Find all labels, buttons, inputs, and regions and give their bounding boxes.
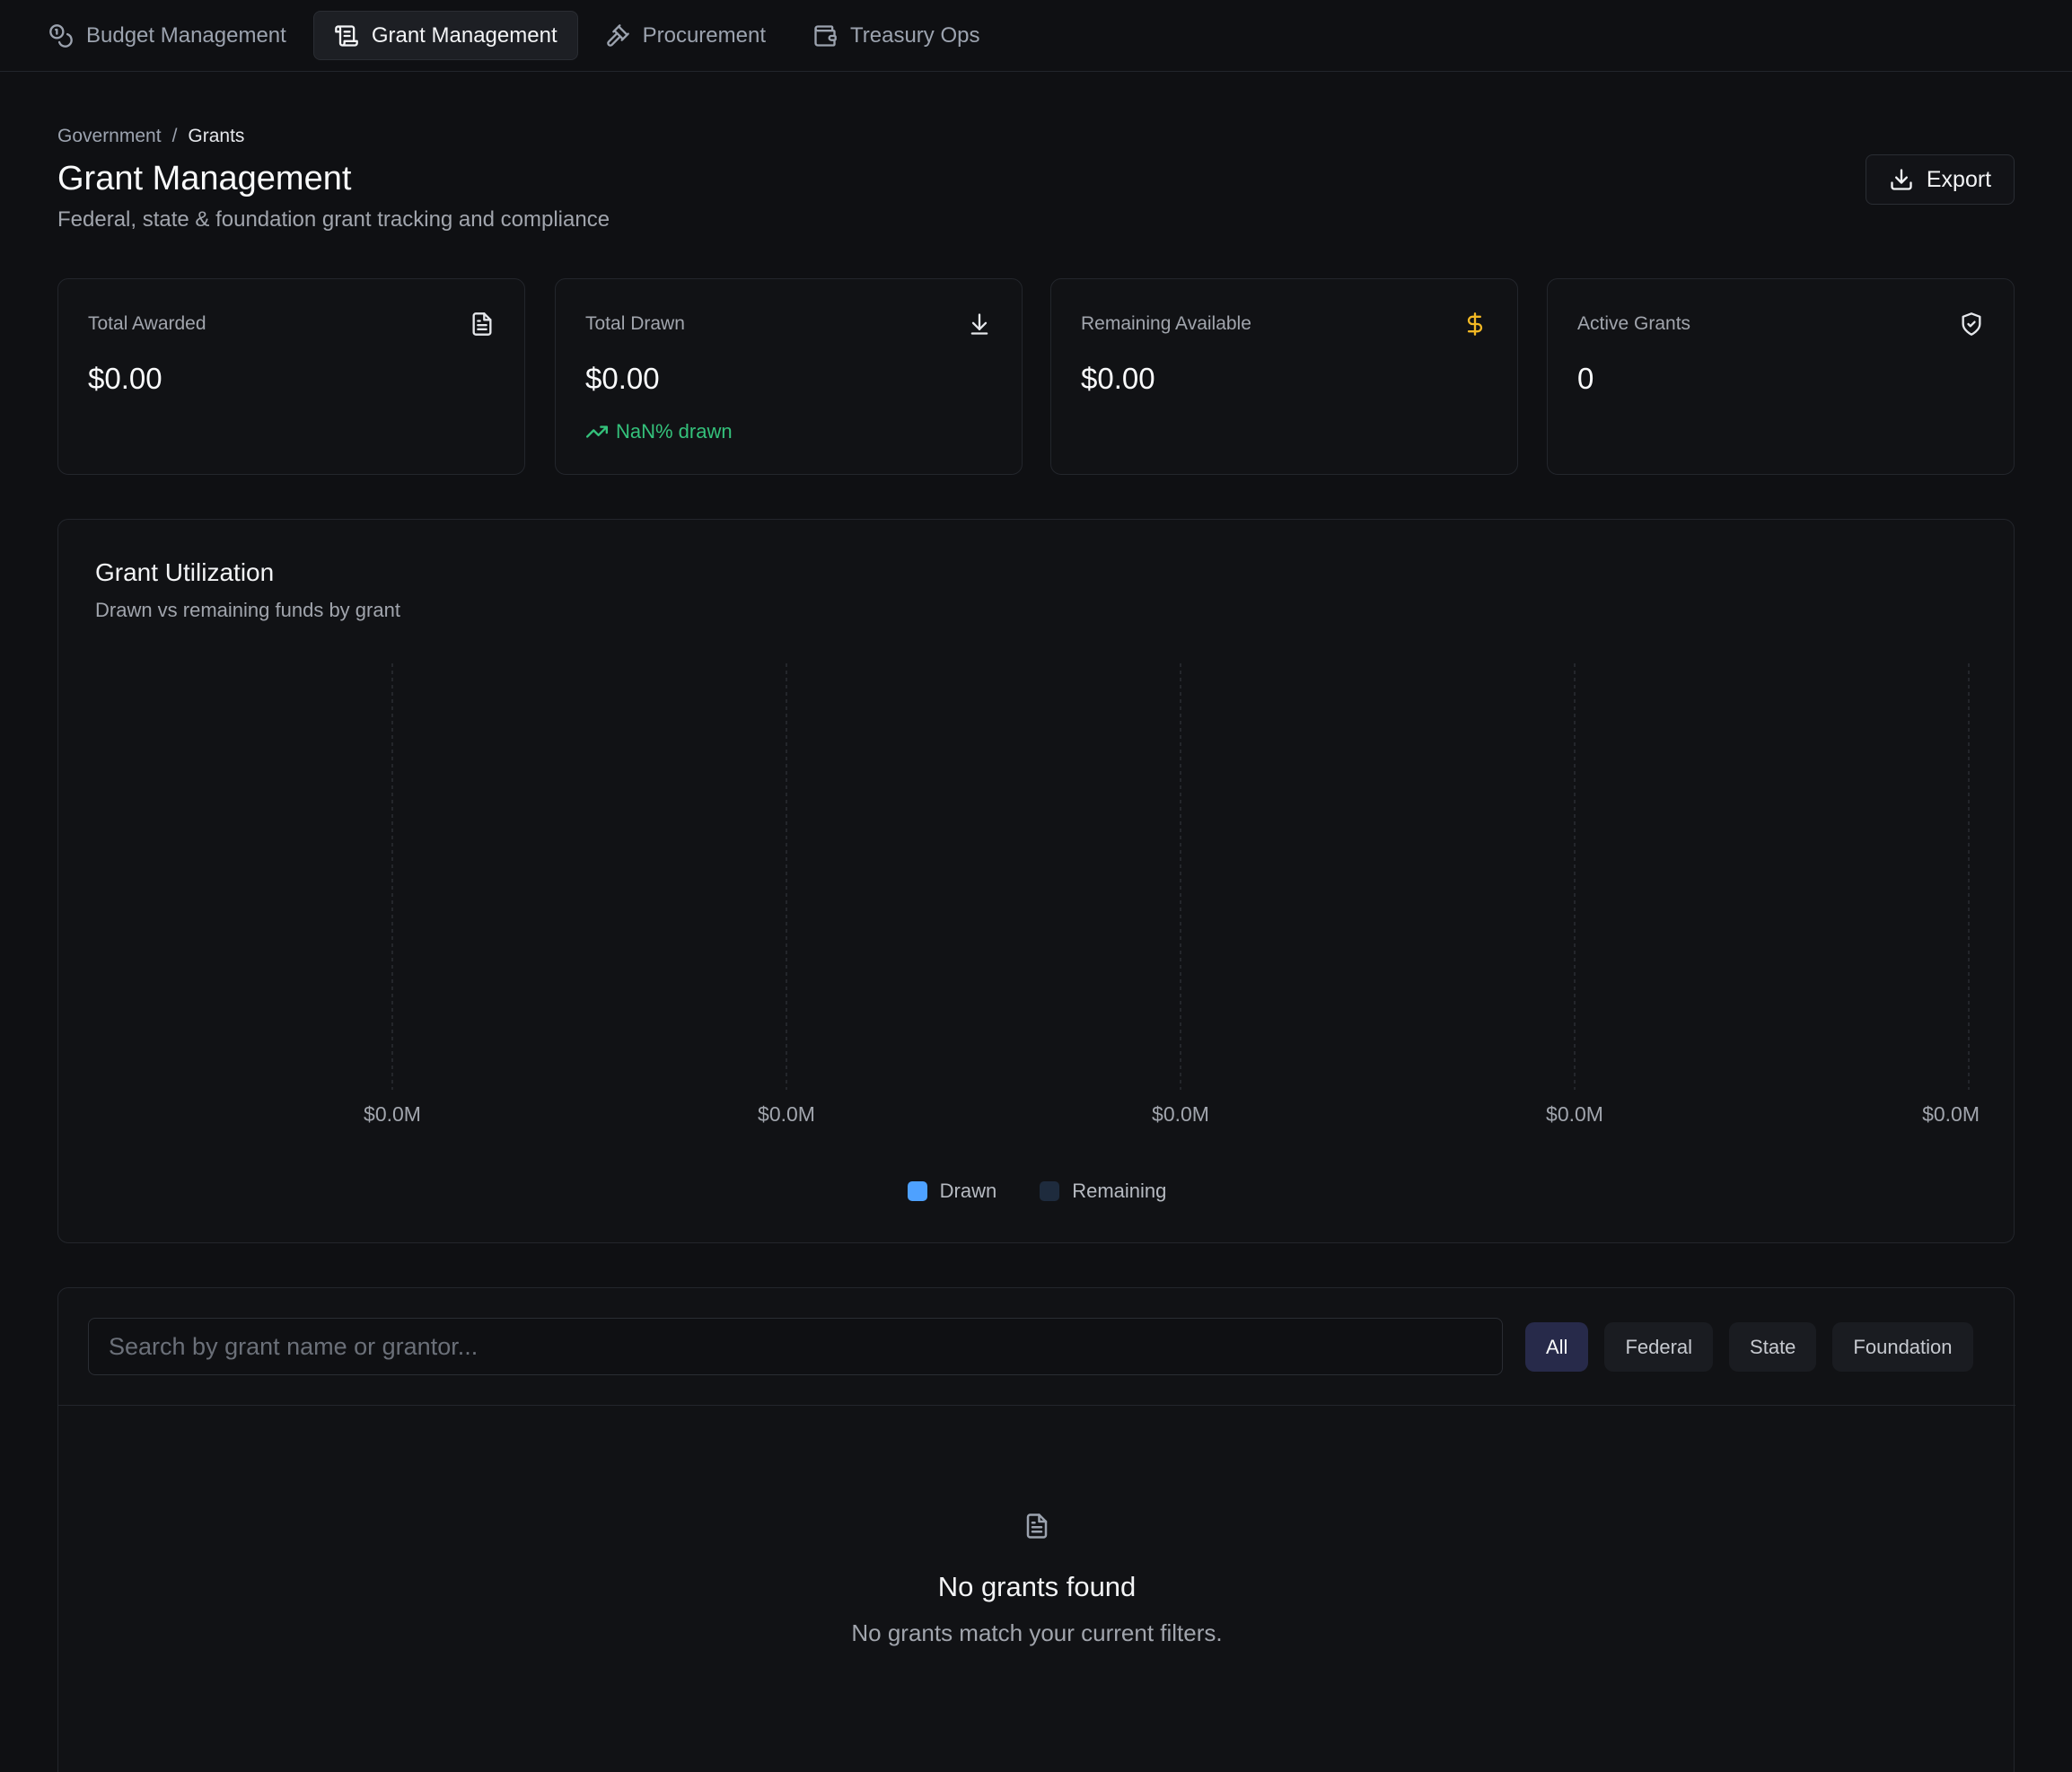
filter-chips: All Federal State Foundation: [1525, 1322, 1973, 1372]
scroll-icon: [334, 24, 358, 47]
stat-card-total-awarded: Total Awarded $0.00: [57, 278, 525, 475]
stat-label: Total Awarded: [88, 313, 206, 334]
breadcrumb-separator: /: [171, 126, 178, 146]
tab-label: Grant Management: [371, 22, 558, 48]
legend-label-drawn: Drawn: [939, 1180, 997, 1202]
stat-value: $0.00: [585, 362, 660, 395]
empty-state-title: No grants found: [937, 1571, 1137, 1602]
filter-chip-state[interactable]: State: [1729, 1322, 1817, 1372]
tab-label: Budget Management: [86, 22, 286, 48]
coins-icon: [49, 23, 73, 48]
download-icon: [967, 311, 992, 337]
x-tick-label: $0.0M: [1152, 1102, 1209, 1126]
dollar-icon: [1462, 311, 1488, 337]
filter-chip-federal[interactable]: Federal: [1604, 1322, 1714, 1372]
file-text-icon: [470, 311, 495, 337]
download-icon: [1891, 169, 1912, 190]
stat-label: Remaining Available: [1081, 313, 1251, 334]
grant-utilization-chart-card: Grant Utilization Drawn vs remaining fun…: [57, 519, 2015, 1243]
export-button[interactable]: Export: [1866, 154, 2015, 205]
tab-budget-management[interactable]: Budget Management: [29, 11, 306, 60]
wallet-icon: [814, 24, 837, 47]
chart-legend: Drawn Remaining: [58, 1180, 2015, 1203]
stat-card-total-drawn: Total Drawn $0.00 NaN% drawn: [555, 278, 1023, 475]
stat-value: $0.00: [1081, 362, 1155, 395]
grants-table-card: All Federal State Foundation No grants f…: [57, 1287, 2015, 1772]
trend-label: NaN% drawn: [616, 420, 733, 443]
page-title: Grant Management: [57, 160, 352, 197]
stat-card-active-grants: Active Grants 0: [1547, 278, 2015, 475]
x-tick-label: $0.0M: [758, 1102, 815, 1126]
legend-swatch-drawn: [907, 1181, 927, 1201]
empty-state-description: No grants match your current filters.: [851, 1619, 1223, 1646]
export-label: Export: [1926, 166, 1992, 192]
tab-label: Procurement: [642, 22, 766, 48]
tab-grant-management[interactable]: Grant Management: [312, 11, 578, 60]
tab-treasury-ops[interactable]: Treasury Ops: [793, 11, 999, 60]
breadcrumb-current: Grants: [188, 126, 245, 146]
gavel-icon: [606, 23, 629, 47]
x-tick-label: $0.0M: [1546, 1102, 1603, 1126]
top-nav: Budget Management Grant Management Procu…: [0, 0, 2072, 72]
stat-trend: NaN% drawn: [585, 420, 733, 443]
stat-card-remaining-available: Remaining Available $0.00: [1050, 278, 1518, 475]
filter-bar: All Federal State Foundation: [58, 1288, 2015, 1406]
empty-state: No grants found No grants match your cur…: [58, 1513, 2015, 1647]
tab-procurement[interactable]: Procurement: [585, 11, 786, 60]
breadcrumb-parent[interactable]: Government: [57, 126, 162, 147]
trending-up-icon: [585, 425, 609, 438]
stat-value: 0: [1577, 362, 1594, 395]
legend-item-drawn[interactable]: Drawn: [907, 1180, 997, 1203]
page-subtitle: Federal, state & foundation grant tracki…: [57, 207, 610, 232]
stat-label: Total Drawn: [585, 313, 685, 334]
x-tick-label: $0.0M: [1922, 1102, 1980, 1126]
shield-check-icon: [1959, 311, 1984, 337]
grant-utilization-chart: $0.0M $0.0M $0.0M $0.0M $0.0M: [364, 663, 1980, 1126]
filter-chip-foundation[interactable]: Foundation: [1832, 1322, 1973, 1372]
legend-item-remaining[interactable]: Remaining: [1040, 1180, 1166, 1203]
file-text-icon: [1023, 1513, 1050, 1540]
filter-chip-all[interactable]: All: [1525, 1322, 1589, 1372]
tab-label: Treasury Ops: [850, 22, 980, 48]
stat-value: $0.00: [88, 362, 162, 395]
x-tick-label: $0.0M: [364, 1102, 421, 1126]
legend-swatch-remaining: [1040, 1181, 1060, 1201]
search-input[interactable]: [88, 1318, 1503, 1375]
breadcrumb: Government / Grants: [57, 126, 244, 147]
stat-label: Active Grants: [1577, 313, 1691, 334]
legend-label-remaining: Remaining: [1072, 1180, 1167, 1202]
